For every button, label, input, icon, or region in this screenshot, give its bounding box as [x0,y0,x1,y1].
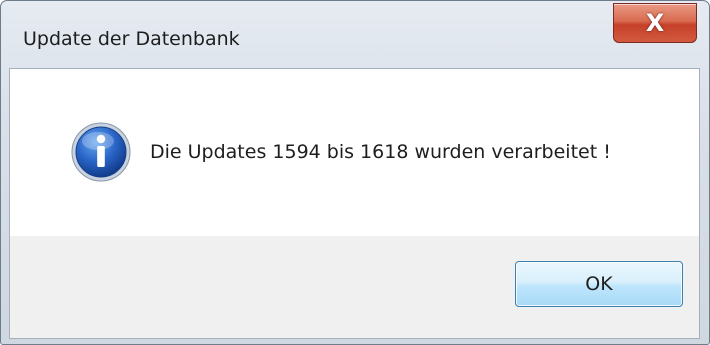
title-bar[interactable]: Update der Datenbank X [1,1,709,67]
window-title: Update der Datenbank [23,28,240,50]
close-icon: X [645,9,665,37]
message-area: Die Updates 1594 bis 1618 wurden verarbe… [10,69,699,236]
dialog-client-area: Die Updates 1594 bis 1618 wurden verarbe… [9,68,700,339]
close-button[interactable]: X [613,3,697,43]
dialog-window: Update der Datenbank X Die Updates 1594 … [0,0,710,345]
ok-button[interactable]: OK [515,261,683,307]
info-icon [71,122,131,182]
dialog-message: Die Updates 1594 bis 1618 wurden verarbe… [150,141,611,163]
